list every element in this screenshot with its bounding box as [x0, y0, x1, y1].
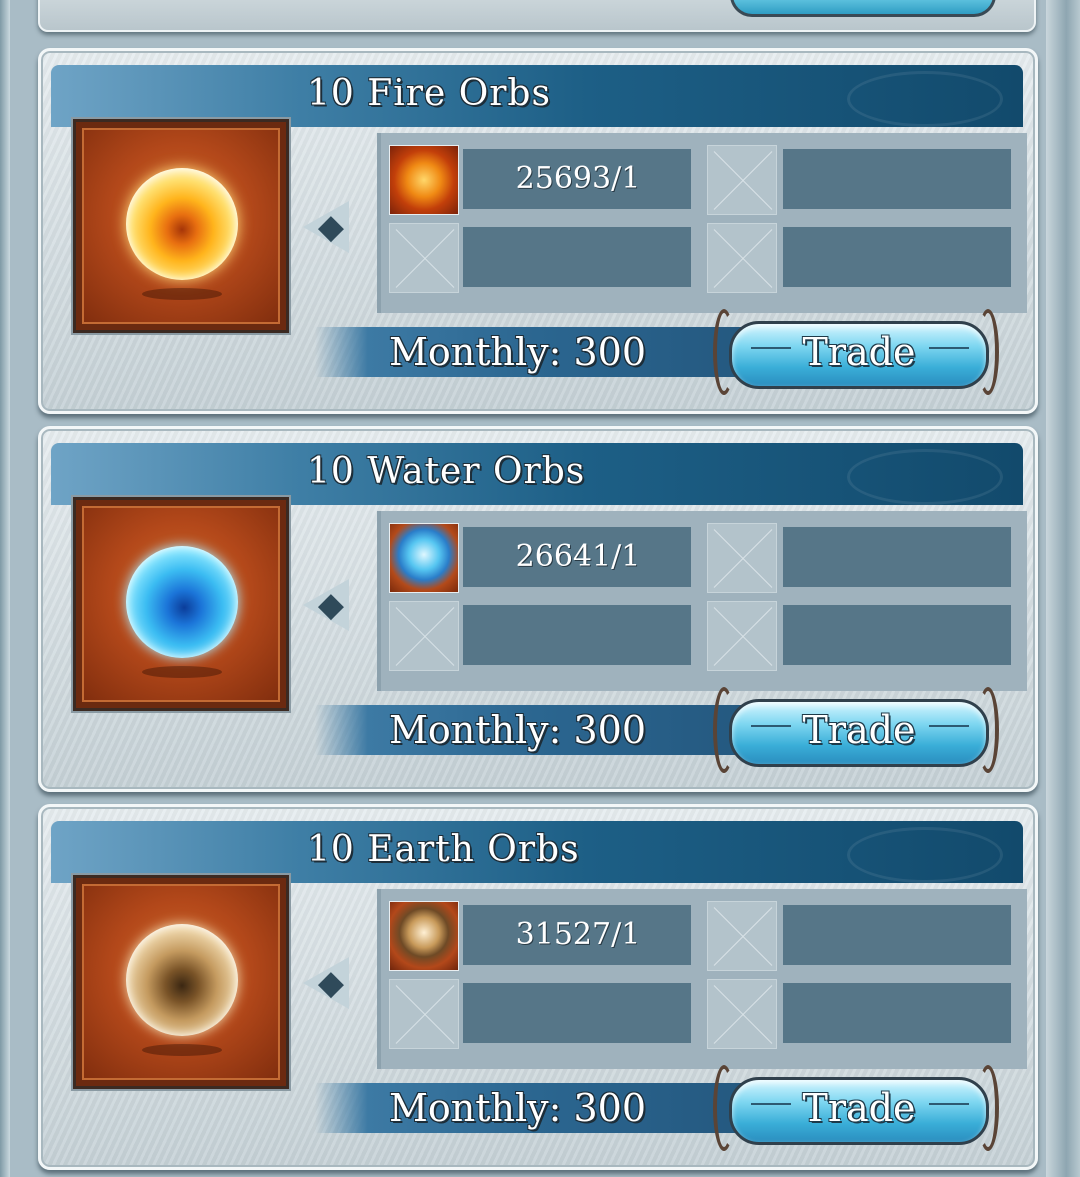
reward-frame [71, 873, 291, 1091]
empty-slot-icon [707, 223, 777, 293]
monthly-limit: Monthly: 300 [389, 1086, 647, 1130]
reward-frame [71, 495, 291, 713]
fire-crystal-icon [389, 145, 459, 215]
fire-orb-icon [126, 168, 238, 280]
material-count: 31527/1 [515, 917, 641, 952]
offer-card-water: 10 Water Orbs ◆ 26641/1 Monthly: 300 Tra… [38, 426, 1038, 792]
previous-offer-card [38, 0, 1036, 32]
earth-crystal-icon [389, 901, 459, 971]
water-crystal-icon [389, 523, 459, 593]
cost-grid: 25693/1 [377, 133, 1027, 313]
empty-slot-icon [389, 601, 459, 671]
crystal-arrow-icon: ◆ [317, 207, 345, 247]
monthly-limit: Monthly: 300 [389, 330, 647, 374]
earth-orb-icon [126, 924, 238, 1036]
trade-button[interactable]: Trade [713, 687, 999, 773]
empty-slot-icon [707, 145, 777, 215]
cost-slot-3 [463, 983, 691, 1043]
cost-slot-4 [783, 605, 1011, 665]
empty-slot-icon [707, 601, 777, 671]
cost-slot-2 [783, 149, 1011, 209]
offer-card-earth: 10 Earth Orbs ◆ 31527/1 Monthly: 300 Tra… [38, 804, 1038, 1170]
crystal-arrow-icon: ◆ [317, 963, 345, 1003]
offer-title: 10 Earth Orbs [307, 829, 580, 870]
empty-slot-icon [707, 523, 777, 593]
material-count: 25693/1 [515, 161, 641, 196]
empty-slot-icon [389, 979, 459, 1049]
trade-button-label: Trade [802, 330, 916, 374]
offer-title: 10 Fire Orbs [307, 73, 551, 114]
offer-title: 10 Water Orbs [307, 451, 586, 492]
trade-button-label: Trade [802, 1086, 916, 1130]
empty-slot-icon [707, 979, 777, 1049]
left-rail [0, 0, 10, 1177]
trade-button[interactable]: Trade [713, 309, 999, 395]
cost-slot-3 [463, 227, 691, 287]
trade-button[interactable]: Trade [713, 1065, 999, 1151]
scrollbar-track[interactable] [1046, 0, 1080, 1177]
cost-slot-2 [783, 905, 1011, 965]
cost-slot-4 [783, 983, 1011, 1043]
empty-slot-icon [707, 901, 777, 971]
cost-slot-2 [783, 527, 1011, 587]
cost-slot-4 [783, 227, 1011, 287]
empty-slot-icon [389, 223, 459, 293]
cost-grid: 26641/1 [377, 511, 1027, 691]
material-count: 26641/1 [515, 539, 641, 574]
water-orb-icon [126, 546, 238, 658]
cost-slot-3 [463, 605, 691, 665]
monthly-limit: Monthly: 300 [389, 708, 647, 752]
cost-grid: 31527/1 [377, 889, 1027, 1069]
crystal-arrow-icon: ◆ [317, 585, 345, 625]
reward-frame [71, 117, 291, 335]
offer-card-fire: 10 Fire Orbs ◆ 25693/1 Monthly: 300 Trad… [38, 48, 1038, 414]
previous-trade-button[interactable] [730, 0, 996, 17]
trade-button-label: Trade [802, 708, 916, 752]
